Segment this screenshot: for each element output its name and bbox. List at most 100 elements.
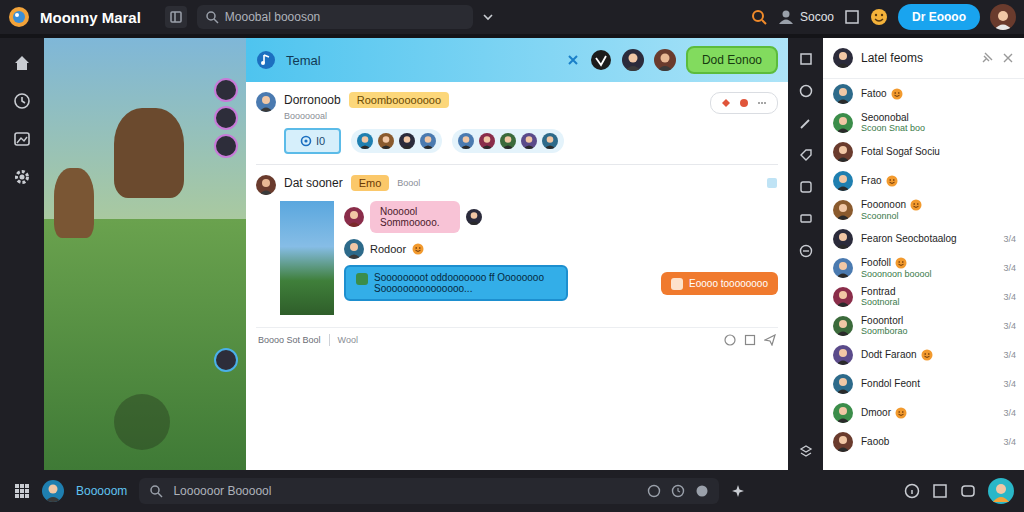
friend-status: Scoon Snat boo — [861, 123, 1016, 133]
friend-row[interactable]: SeoonobalScoon Snat boo — [823, 108, 1024, 137]
chat-action-button[interactable]: Dod Eonoo — [686, 46, 778, 74]
clock-icon[interactable] — [671, 484, 685, 498]
friend-row[interactable]: Frao — [823, 166, 1024, 195]
layers-icon[interactable] — [799, 444, 813, 458]
attach-icon[interactable] — [744, 334, 756, 346]
author-avatar-icon[interactable] — [256, 92, 276, 112]
friend-row[interactable]: Fearon Seocbotaalog3/4 — [823, 224, 1024, 253]
message-bubble[interactable]: Soooooooot oddooooooo ff Oooooooo Sooooo… — [344, 265, 568, 301]
person-icon — [778, 9, 794, 25]
globe-icon[interactable] — [799, 84, 813, 98]
clock-icon[interactable] — [13, 92, 31, 110]
friend-row[interactable]: FooontorlSoomborao3/4 — [823, 311, 1024, 340]
friend-name: Dmoor — [861, 407, 891, 418]
sender-avatar-icon[interactable] — [344, 207, 364, 227]
game-icon[interactable] — [960, 483, 976, 499]
bookmark-icon[interactable] — [799, 52, 813, 66]
search-icon[interactable] — [750, 8, 768, 26]
reply-author[interactable]: Rodoor — [370, 243, 406, 255]
profile-avatar-icon[interactable] — [988, 478, 1014, 504]
info-icon[interactable] — [647, 484, 661, 498]
list-icon[interactable] — [799, 244, 813, 258]
emoji-icon[interactable] — [695, 484, 709, 498]
tree-shape — [114, 108, 184, 198]
info-icon[interactable] — [904, 483, 920, 499]
top-search-field[interactable]: Mooobal boooson — [197, 5, 473, 29]
message-author[interactable]: Dorronoob — [284, 93, 341, 107]
sender-avatar-icon[interactable] — [344, 239, 364, 259]
note-icon[interactable] — [932, 483, 948, 499]
counter-chip[interactable]: I0 — [284, 128, 341, 154]
record-icon[interactable] — [739, 98, 749, 108]
user-name[interactable]: Booooom — [76, 484, 127, 498]
shared-photo[interactable] — [280, 201, 334, 315]
bottom-search-field[interactable]: Loooooor Boooool — [139, 478, 719, 504]
smile-icon[interactable] — [870, 8, 888, 26]
home-icon[interactable] — [13, 54, 31, 72]
member-avatar-icon[interactable] — [654, 49, 676, 71]
member-avatar-icon[interactable] — [622, 49, 644, 71]
message-composer[interactable]: Boooo Sot BoolWool — [256, 327, 778, 352]
game-view[interactable] — [44, 38, 246, 470]
user-menu[interactable]: Socoo — [778, 9, 834, 25]
message-bubble[interactable]: Eoooo toooooooo — [661, 272, 778, 295]
message-author[interactable]: Dat sooner — [284, 176, 343, 190]
group-avatar-icon — [500, 133, 516, 149]
primary-button[interactable]: Dr Eoooo — [898, 4, 980, 30]
pin-icon[interactable] — [980, 51, 994, 65]
pen-icon[interactable] — [799, 116, 813, 130]
image-icon[interactable] — [13, 130, 31, 148]
star-icon[interactable] — [731, 484, 745, 498]
friends-header: Latel feoms — [823, 38, 1024, 79]
friend-row[interactable]: Dodt Faraon3/4 — [823, 340, 1024, 369]
avatar-group[interactable] — [351, 129, 442, 153]
group-avatar-icon — [420, 133, 436, 149]
chevron-down-icon[interactable] — [481, 10, 495, 24]
emoji-icon[interactable] — [724, 334, 736, 346]
avatar-group[interactable] — [452, 129, 564, 153]
friend-row[interactable]: Faoob3/4 — [823, 427, 1024, 456]
more-icon[interactable] — [757, 98, 767, 108]
hud-button-icon[interactable] — [214, 78, 238, 102]
bottom-bar: Booooom Loooooor Boooool — [0, 470, 1024, 512]
tag-icon[interactable] — [799, 148, 813, 162]
gear-icon[interactable] — [13, 168, 31, 186]
panel-icon[interactable] — [165, 6, 187, 28]
joystick-icon[interactable] — [114, 394, 170, 450]
friend-row[interactable]: Dmoor 3/4 — [823, 398, 1024, 427]
apps-grid-icon[interactable] — [14, 483, 30, 499]
user-avatar-icon[interactable] — [42, 480, 64, 502]
search-icon — [205, 10, 219, 24]
friend-time: 3/4 — [1003, 408, 1016, 418]
friend-row[interactable]: FontradSootnoral3/4 — [823, 282, 1024, 311]
message-input[interactable]: Wool — [338, 335, 358, 345]
group-avatar-icon — [458, 133, 474, 149]
hud-button-icon[interactable] — [214, 106, 238, 130]
emoji-icon — [921, 349, 933, 361]
hud-button-icon[interactable] — [214, 348, 238, 372]
friend-row[interactable]: Fatoo — [823, 79, 1024, 108]
friend-row[interactable]: Fondol Feont3/4 — [823, 369, 1024, 398]
chat-logo-icon — [256, 50, 276, 70]
chat-icon[interactable] — [799, 212, 813, 226]
author-avatar-icon[interactable] — [256, 175, 276, 195]
diamond-icon[interactable] — [721, 98, 731, 108]
friend-row[interactable]: Fotal Sogaf Sociu — [823, 137, 1024, 166]
send-icon[interactable] — [764, 334, 776, 346]
friend-avatar-icon — [833, 316, 853, 336]
friend-row[interactable]: FoofollSooonoon booool3/4 — [823, 253, 1024, 282]
friend-time: 3/4 — [1003, 350, 1016, 360]
message-bubble[interactable]: NooooolSommooooo. — [370, 201, 460, 233]
close-icon[interactable] — [1002, 52, 1014, 64]
friend-avatar-icon — [833, 229, 853, 249]
friend-row[interactable]: FooonoonScoonnol — [823, 195, 1024, 224]
hud-button-icon[interactable] — [214, 134, 238, 158]
profile-avatar-icon[interactable] — [990, 4, 1016, 30]
box-icon[interactable] — [799, 180, 813, 194]
emoji-icon — [412, 243, 424, 255]
bird-icon[interactable] — [590, 49, 612, 71]
window-icon[interactable] — [844, 9, 860, 25]
logo-icon[interactable] — [8, 6, 30, 28]
share-icon[interactable] — [766, 177, 778, 189]
close-icon[interactable] — [566, 53, 580, 67]
